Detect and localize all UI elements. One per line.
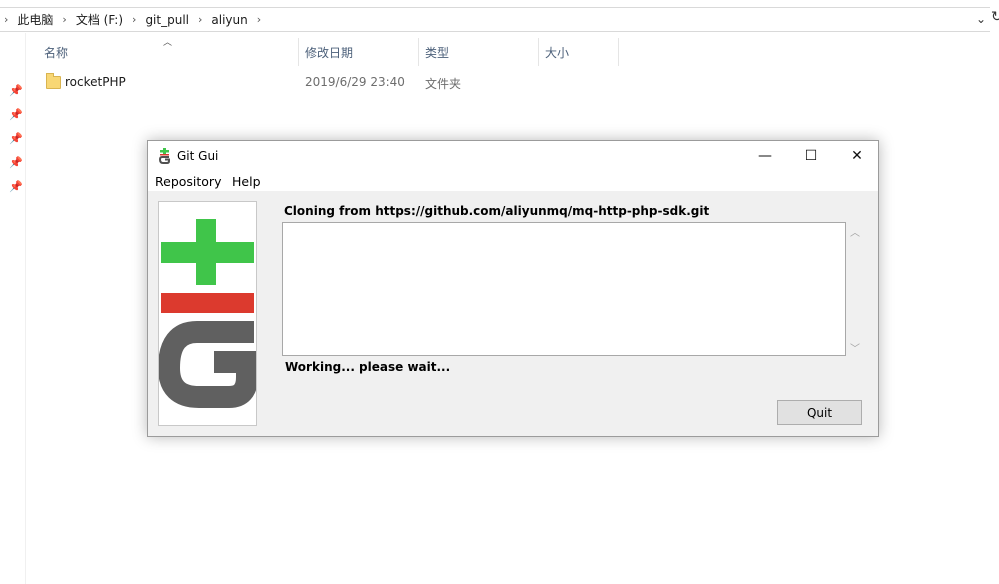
breadcrumb-this-pc[interactable]: 此电脑 [17, 11, 53, 28]
minimize-icon: — [758, 148, 772, 164]
column-header-name[interactable]: 名称 [38, 38, 299, 66]
pin-icon[interactable]: 📌 [9, 157, 23, 169]
menu-help[interactable]: Help [232, 174, 261, 189]
window-title: Git Gui [177, 149, 219, 163]
column-header-label: 大小 [545, 45, 570, 60]
folder-icon [46, 72, 61, 89]
column-header-modified[interactable]: 修改日期 [299, 38, 419, 66]
vertical-scrollbar[interactable]: ︿ ﹀ [846, 222, 864, 356]
column-header-type[interactable]: 类型 [419, 38, 539, 66]
title-bar[interactable]: Git Gui — ☐ ✕ [148, 141, 878, 171]
close-button[interactable]: ✕ [834, 141, 880, 171]
pin-icon[interactable]: 📌 [9, 181, 23, 193]
git-gui-app-icon [158, 148, 170, 164]
refresh-icon[interactable]: ↻ [991, 9, 999, 25]
column-header-size[interactable]: 大小 [539, 38, 619, 66]
column-header-label: 类型 [425, 45, 450, 60]
maximize-icon: ☐ [804, 148, 818, 164]
pin-icon[interactable]: 📌 [9, 109, 23, 121]
navigation-pane: 📌 📌 📌 📌 📌 [0, 33, 26, 584]
breadcrumb-separator-icon[interactable]: › [132, 13, 136, 26]
column-header-label: 修改日期 [305, 45, 354, 60]
scroll-down-icon[interactable]: ﹀ [850, 340, 860, 355]
file-name[interactable]: rocketPHP [65, 75, 126, 89]
file-type: 文件夹 [425, 77, 462, 91]
menu-bar: Repository Help [148, 171, 878, 191]
git-logo [157, 201, 258, 426]
address-bar[interactable]: › 此电脑 › 文档 (F:) › git_pull › aliyun › ⌄ [0, 7, 990, 32]
git-logo-graphic [157, 219, 258, 408]
breadcrumb-separator-icon[interactable]: › [62, 13, 66, 26]
menu-repository[interactable]: Repository [155, 174, 221, 189]
breadcrumb-separator-icon[interactable]: › [257, 13, 261, 26]
git-gui-window: Git Gui — ☐ ✕ Repository Help Cloning fr… [147, 140, 879, 437]
output-textbox[interactable] [282, 222, 846, 356]
minimize-button[interactable]: — [742, 141, 788, 171]
breadcrumb-separator-icon[interactable]: › [4, 13, 8, 26]
breadcrumb-git-pull[interactable]: git_pull [145, 13, 189, 27]
file-modified: 2019/6/29 23:40 [305, 75, 405, 89]
scroll-up-icon[interactable]: ︿ [850, 224, 860, 239]
quit-button-label: Quit [806, 405, 833, 420]
quit-button[interactable]: Quit [777, 400, 862, 425]
breadcrumb-aliyun[interactable]: aliyun [211, 13, 247, 27]
chevron-down-icon[interactable]: ⌄ [976, 12, 986, 26]
status-label: Working... please wait... [285, 360, 451, 374]
breadcrumb-separator-icon[interactable]: › [198, 13, 202, 26]
close-icon: ✕ [851, 148, 863, 164]
breadcrumb-drive-f[interactable]: 文档 (F:) [76, 11, 123, 28]
cloning-label: Cloning from https://github.com/aliyunmq… [284, 204, 710, 218]
column-header-label: 名称 [44, 45, 69, 60]
pin-icon[interactable]: 📌 [9, 133, 23, 145]
maximize-button[interactable]: ☐ [788, 141, 834, 171]
pin-icon[interactable]: 📌 [9, 85, 23, 97]
